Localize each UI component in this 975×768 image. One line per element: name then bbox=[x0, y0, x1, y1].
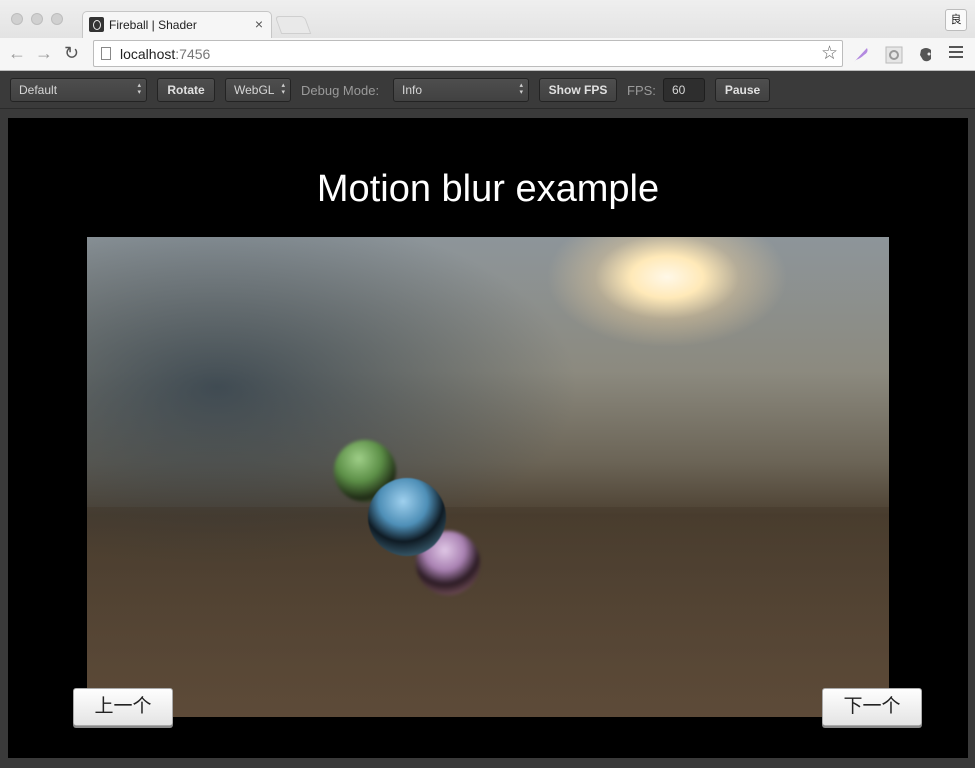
app-toolbar: Default Rotate WebGL Debug Mode: Info Sh… bbox=[0, 71, 975, 109]
back-arrow-icon[interactable]: ← bbox=[8, 43, 26, 63]
browser-navbar: ← → ↻ localhost:7456 ☆ bbox=[0, 38, 975, 71]
rotate-button[interactable]: Rotate bbox=[157, 78, 215, 102]
bookmark-star-icon[interactable]: ☆ bbox=[821, 42, 838, 65]
browser-titlebar: Fireball | Shader × 良 bbox=[0, 0, 975, 38]
renderer-select[interactable]: WebGL bbox=[225, 78, 291, 102]
debug-mode-select[interactable]: Info bbox=[393, 78, 529, 102]
page-icon bbox=[101, 47, 111, 60]
browser-tab[interactable]: Fireball | Shader × bbox=[82, 11, 272, 38]
tab-close-icon[interactable]: × bbox=[255, 16, 263, 32]
gear-extension-icon[interactable] bbox=[885, 46, 903, 64]
window-close-dot[interactable] bbox=[11, 13, 23, 25]
blue-sphere bbox=[368, 478, 446, 556]
reload-icon[interactable]: ↻ bbox=[64, 43, 79, 63]
debug-mode-label: Debug Mode: bbox=[301, 83, 380, 98]
address-bar[interactable]: localhost:7456 ☆ bbox=[93, 40, 843, 67]
shader-scene bbox=[87, 237, 889, 717]
new-tab-button[interactable] bbox=[274, 16, 312, 34]
profile-button[interactable]: 良 bbox=[945, 9, 967, 31]
tab-title: Fireball | Shader bbox=[109, 18, 197, 32]
feather-extension-icon[interactable] bbox=[852, 46, 870, 64]
window-minimize-dot[interactable] bbox=[31, 13, 43, 25]
previous-button[interactable]: 上一个 bbox=[73, 688, 173, 726]
fireball-favicon-icon bbox=[89, 17, 104, 32]
preset-select[interactable]: Default bbox=[10, 78, 147, 102]
next-button[interactable]: 下一个 bbox=[822, 688, 922, 726]
scene-floor bbox=[87, 507, 889, 717]
example-title: Motion blur example bbox=[316, 168, 660, 210]
window-zoom-dot[interactable] bbox=[51, 13, 63, 25]
url-text: localhost:7456 bbox=[120, 46, 211, 62]
menu-hamburger-icon[interactable] bbox=[949, 46, 963, 60]
forward-arrow-icon[interactable]: → bbox=[35, 43, 53, 63]
render-canvas[interactable]: Motion blur example 上一个 下一个 bbox=[8, 118, 968, 758]
fps-label: FPS: bbox=[627, 83, 656, 98]
evernote-extension-icon[interactable] bbox=[917, 46, 935, 64]
fps-input[interactable]: 60 bbox=[663, 78, 705, 102]
show-fps-button[interactable]: Show FPS bbox=[539, 78, 617, 102]
pause-button[interactable]: Pause bbox=[715, 78, 770, 102]
